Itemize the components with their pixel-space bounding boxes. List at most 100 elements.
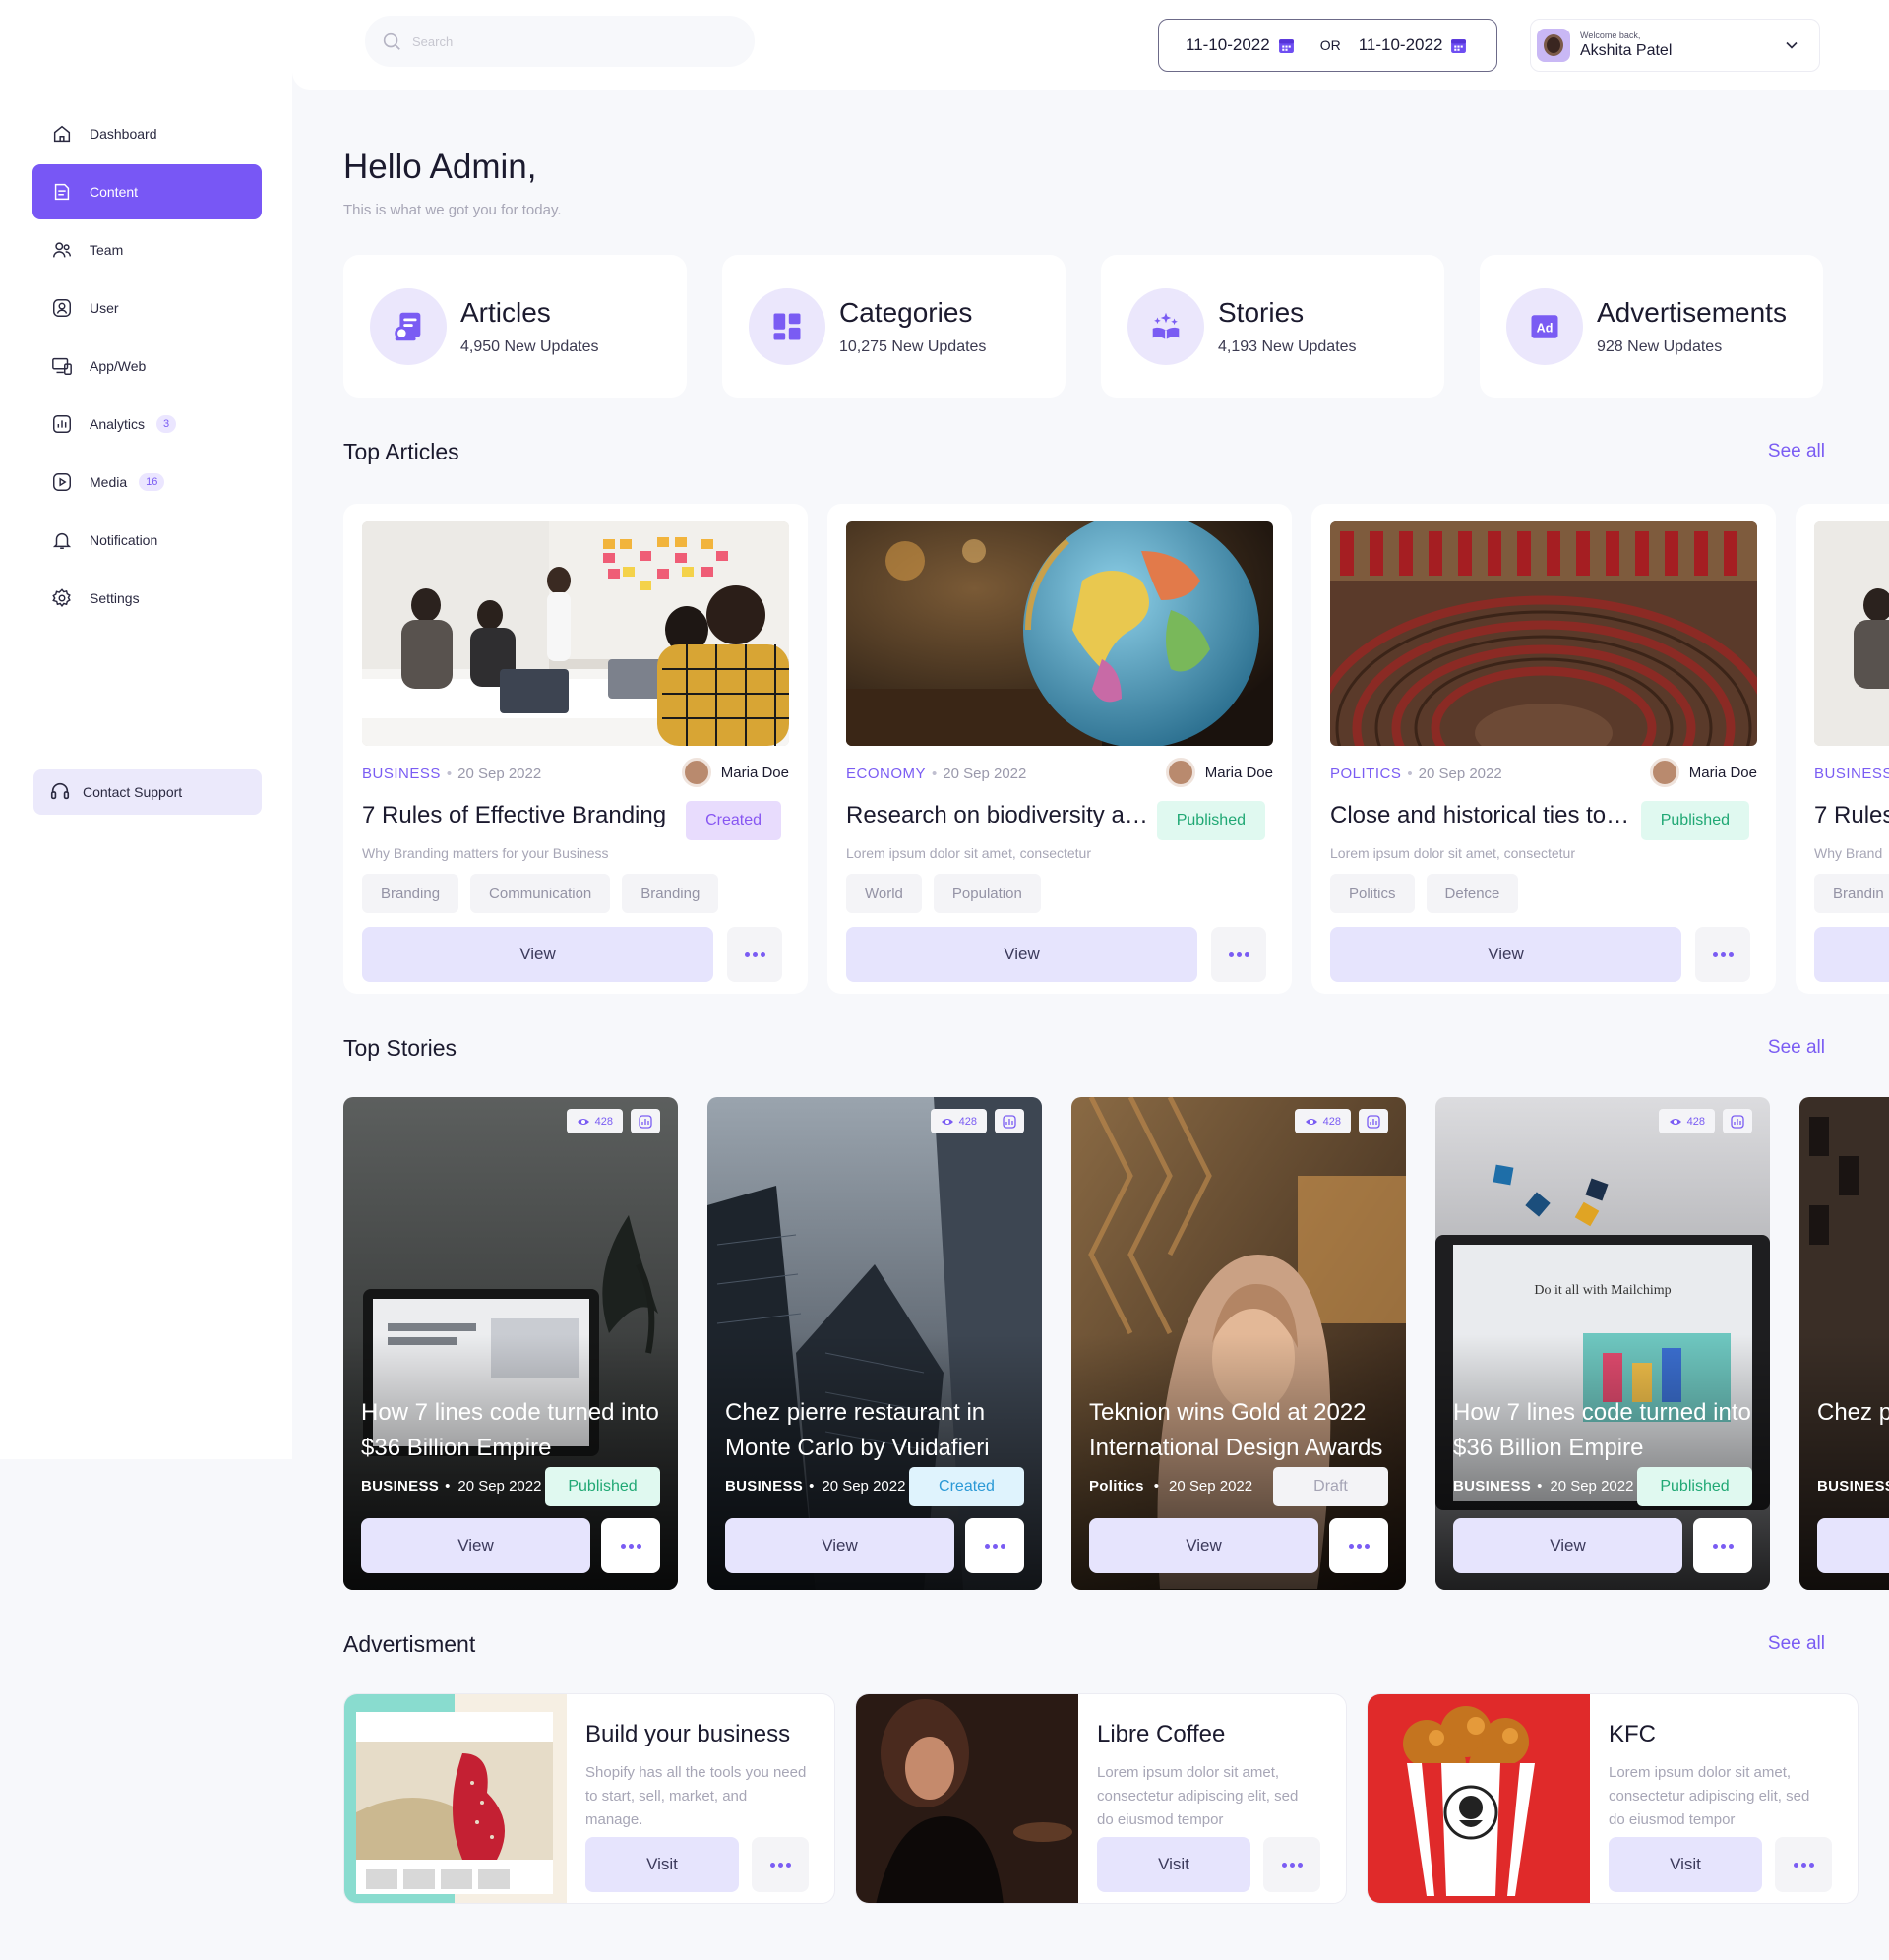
more-options-button[interactable] [1211, 927, 1266, 982]
article-category[interactable]: BUSINESS [362, 766, 441, 782]
article-image-meeting[interactable] [362, 521, 789, 746]
see-all-stories-link[interactable]: See all [1768, 1037, 1825, 1059]
stats-icon[interactable] [1723, 1109, 1752, 1133]
views-count: 428 [1294, 1109, 1351, 1133]
ad-image-shopify[interactable] [344, 1694, 567, 1903]
sidebar-item-media[interactable]: Media 16 [32, 455, 262, 510]
sidebar-item-settings[interactable]: Settings [32, 571, 262, 626]
eye-icon [941, 1118, 953, 1125]
see-all-articles-link[interactable]: See all [1768, 441, 1825, 462]
view-button[interactable]: View [725, 1518, 954, 1573]
tag[interactable]: Branding [362, 874, 459, 913]
search-input[interactable] [412, 33, 727, 49]
more-options-button[interactable] [1329, 1518, 1388, 1573]
tag[interactable]: Politics [1330, 874, 1415, 913]
svg-text:Ad: Ad [1537, 321, 1554, 335]
ad-image-kfc[interactable] [1368, 1694, 1590, 1903]
article-category[interactable]: POLITICS [1330, 766, 1401, 782]
visit-button[interactable]: Visit [1609, 1837, 1762, 1892]
user-icon [50, 296, 74, 320]
sidebar-item-content[interactable]: Content [32, 164, 262, 219]
view-button[interactable]: View [362, 927, 713, 982]
sidebar-item-dashboard[interactable]: Dashboard [32, 106, 262, 161]
calendar-icon[interactable] [1450, 37, 1467, 54]
tag[interactable]: Defence [1426, 874, 1519, 913]
article-date: 20 Sep 2022 [943, 766, 1027, 782]
avatar [1537, 29, 1570, 62]
stats-icon[interactable] [995, 1109, 1024, 1133]
status-badge: Published [545, 1467, 660, 1506]
more-options-button[interactable] [1263, 1837, 1320, 1892]
views-count: 428 [1658, 1109, 1715, 1133]
chevron-down-icon[interactable] [1782, 35, 1801, 55]
stats-icon[interactable] [1359, 1109, 1388, 1133]
ad-icon: Ad [1506, 287, 1583, 365]
article-image-parliament[interactable] [1330, 521, 1757, 746]
stat-card-stories[interactable]: Stories 4,193 New Updates [1101, 255, 1444, 398]
view-button[interactable]: View [1453, 1518, 1682, 1573]
view-button[interactable]: View [361, 1518, 590, 1573]
article-category[interactable]: ECONOMY [846, 766, 926, 782]
tag[interactable]: World [846, 874, 922, 913]
more-options-button[interactable] [1693, 1518, 1752, 1573]
tag[interactable]: Branding [622, 874, 719, 913]
view-button[interactable]: View [1089, 1518, 1318, 1573]
sidebar-item-user[interactable]: User [32, 280, 262, 336]
article-card: BUSINESS 7 Rules Why Brand Brandin [1796, 504, 1889, 994]
more-options-button[interactable] [1775, 1837, 1832, 1892]
sidebar-item-notification[interactable]: Notification [32, 513, 262, 568]
user-menu[interactable]: Welcome back, Akshita Patel [1530, 19, 1820, 72]
see-all-ads-link[interactable]: See all [1768, 1633, 1825, 1655]
meta-separator: • [1407, 766, 1413, 782]
meta-separator: • [1153, 1478, 1160, 1495]
contact-support-button[interactable]: Contact Support [33, 769, 262, 815]
article-category[interactable]: BUSINESS [1814, 766, 1889, 782]
visit-button[interactable]: Visit [1097, 1837, 1250, 1892]
date-from-value[interactable]: 11-10-2022 [1186, 35, 1270, 55]
sidebar-item-appweb[interactable]: App/Web [32, 338, 262, 394]
stat-sub: 4,950 New Updates [460, 337, 599, 355]
sidebar-item-team[interactable]: Team [32, 222, 262, 277]
article-tags: World Population [846, 874, 1041, 913]
tag[interactable]: Brandin [1814, 874, 1889, 913]
article-author[interactable]: Maria Doe [1165, 758, 1273, 787]
story-category: BUSINESS [361, 1478, 440, 1495]
story-card[interactable]: 428 Chez pierre restaurant in Monte Carl… [707, 1097, 1042, 1590]
story-card[interactable]: Chez p Monte BUSINESS [1799, 1097, 1889, 1590]
more-options-button[interactable] [1695, 927, 1750, 982]
tag[interactable]: Communication [470, 874, 611, 913]
stats-icon[interactable] [631, 1109, 660, 1133]
ad-card: Build your business Shopify has all the … [343, 1693, 835, 1904]
article-title[interactable]: 7 Rules [1814, 802, 1889, 829]
view-button[interactable]: View [846, 927, 1197, 982]
story-card[interactable]: 428 Teknion wins Gold at 2022 Internatio… [1071, 1097, 1406, 1590]
sidebar-item-analytics[interactable]: Analytics 3 [32, 397, 262, 452]
article-image-meeting[interactable] [1814, 521, 1889, 746]
more-options-button[interactable] [727, 927, 782, 982]
story-card[interactable]: Do it all with Mailchimp 428 How 7 lines… [1435, 1097, 1770, 1590]
calendar-icon[interactable] [1278, 37, 1295, 54]
stat-card-articles[interactable]: Articles 4,950 New Updates [343, 255, 687, 398]
story-card[interactable]: 428 How 7 lines code turned into $36 Bil… [343, 1097, 678, 1590]
stat-card-advertisements[interactable]: Ad Advertisements 928 New Updates [1480, 255, 1823, 398]
article-author[interactable]: Maria Doe [681, 758, 789, 787]
article-title[interactable]: Research on biodiversity an... [846, 802, 1151, 829]
view-button[interactable]: View [1330, 927, 1681, 982]
more-options-button[interactable] [601, 1518, 660, 1573]
more-dots-icon [620, 1543, 641, 1549]
stat-card-categories[interactable]: Categories 10,275 New Updates [722, 255, 1066, 398]
article-date: 20 Sep 2022 [1418, 766, 1502, 782]
date-to-value[interactable]: 11-10-2022 [1359, 35, 1443, 55]
article-title[interactable]: Close and historical ties to h... [1330, 802, 1635, 829]
article-author[interactable]: Maria Doe [1649, 758, 1757, 787]
visit-button[interactable]: Visit [585, 1837, 739, 1892]
more-options-button[interactable] [752, 1837, 809, 1892]
view-button[interactable] [1817, 1518, 1889, 1573]
ad-image-libre-coffee[interactable] [856, 1694, 1078, 1903]
article-image-globe[interactable] [846, 521, 1273, 746]
more-options-button[interactable] [965, 1518, 1024, 1573]
tag[interactable]: Population [933, 874, 1041, 913]
article-title[interactable]: 7 Rules of Effective Branding [362, 802, 667, 829]
views-number: 428 [958, 1115, 977, 1128]
view-button[interactable] [1814, 927, 1889, 982]
